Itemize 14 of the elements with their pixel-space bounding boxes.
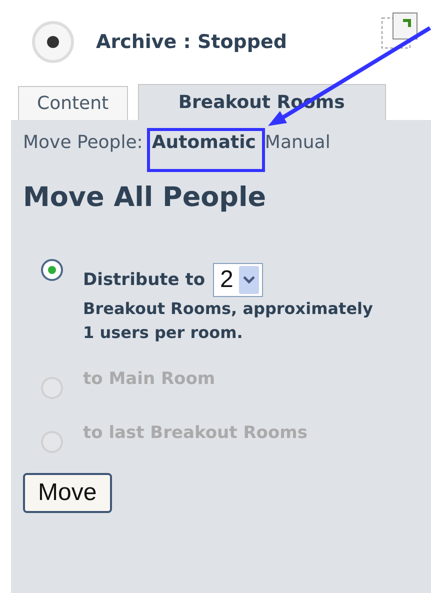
move-people-label: Move People:	[23, 132, 143, 153]
option-label: to last Breakout Rooms	[83, 423, 308, 443]
radio-button[interactable]	[41, 259, 63, 281]
move-button[interactable]: Move	[23, 473, 112, 513]
mode-link[interactable]: Automatic	[152, 132, 256, 153]
option-description: Breakout Rooms, approximately 1 users per room.	[83, 298, 373, 344]
option-label: Distribute to	[83, 270, 206, 290]
archive-status: Archive : Stopped	[96, 31, 287, 53]
option-label: to Main Room	[83, 369, 216, 389]
tab[interactable]: Content	[18, 86, 128, 120]
mode-link[interactable]: Manual	[264, 132, 330, 153]
chevron-icon	[239, 266, 260, 294]
room-count-dropdown[interactable]: 2	[213, 263, 264, 297]
section-heading: Move All People	[23, 182, 268, 213]
